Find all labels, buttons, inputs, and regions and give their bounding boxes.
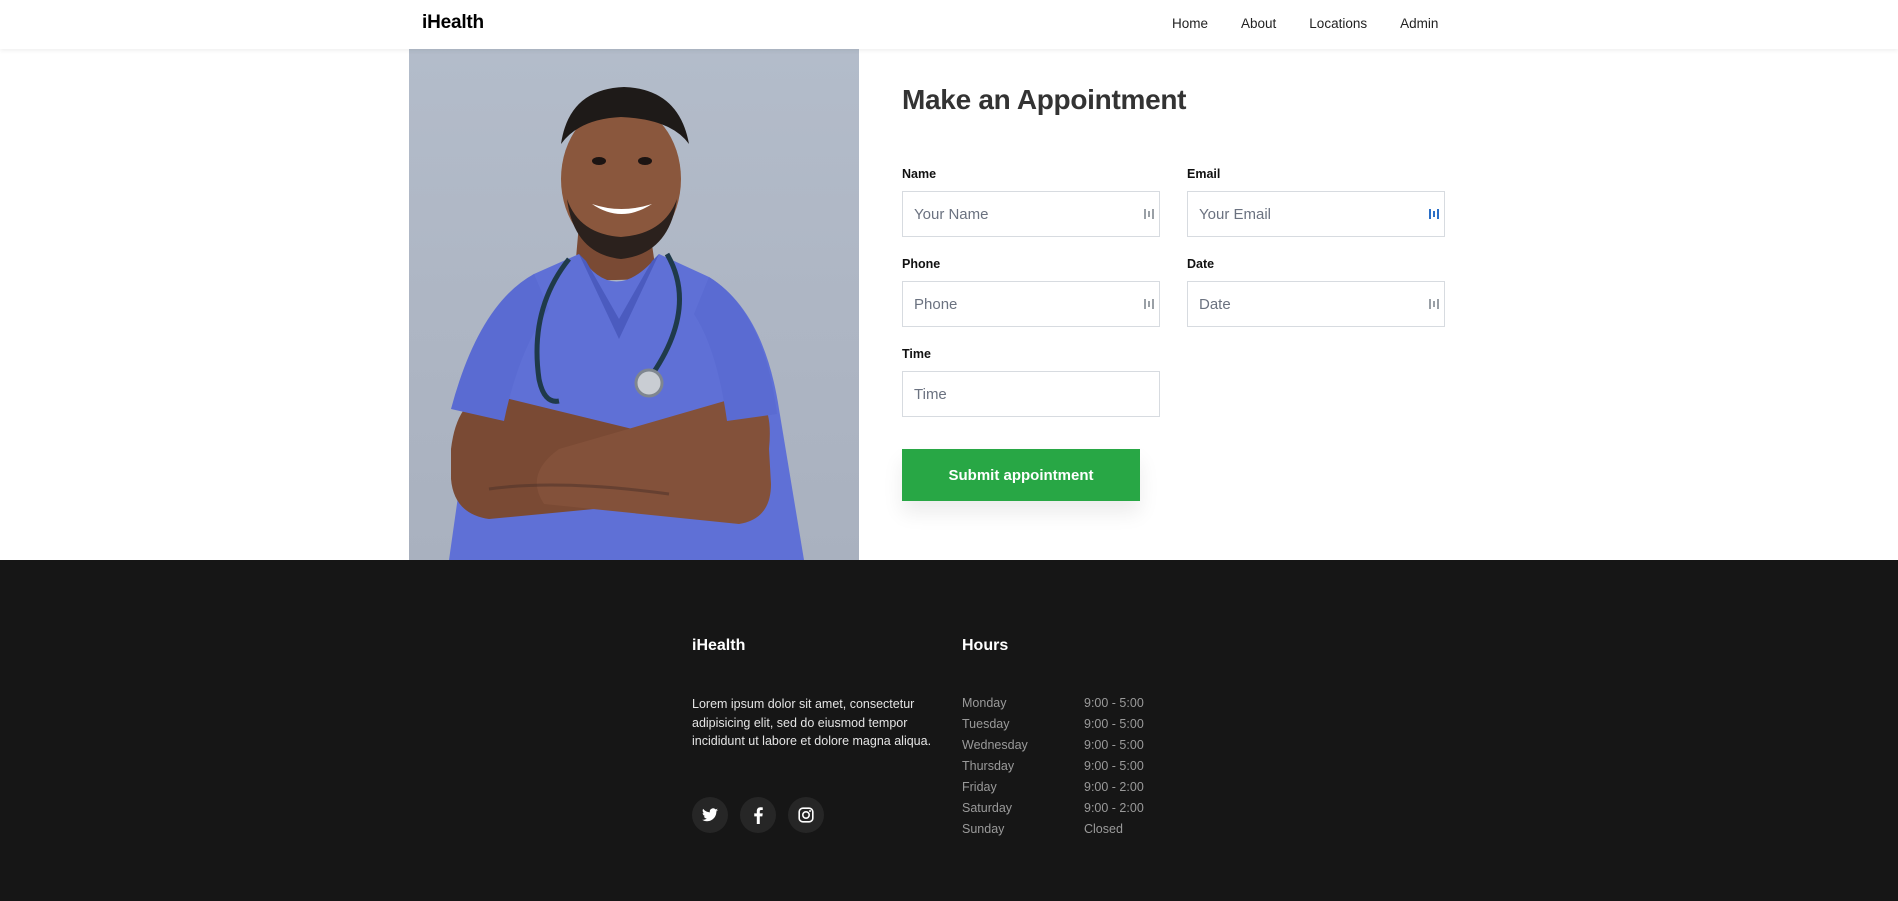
hours-day: Thursday (962, 759, 1015, 773)
hours-row: Friday 9:00 - 2:00 (962, 780, 1144, 801)
time-input[interactable] (903, 372, 1159, 416)
hours-time: 9:00 - 5:00 (1084, 696, 1144, 710)
appointment-form: Make an Appointment Name Email Phone Dat… (902, 49, 1462, 560)
email-input[interactable] (1188, 192, 1444, 236)
hours-row: Monday 9:00 - 5:00 (962, 696, 1144, 717)
doctor-photo (409, 49, 859, 560)
hours-row: Thursday 9:00 - 5:00 (962, 759, 1144, 780)
hours-day: Wednesday (962, 738, 1028, 752)
phone-field-group: Phone (902, 257, 1160, 327)
footer-brand: iHealth (692, 637, 746, 654)
twitter-icon (702, 808, 718, 822)
nav-link-admin[interactable]: Admin (1400, 16, 1438, 31)
nav-link-locations[interactable]: Locations (1309, 16, 1367, 31)
twitter-link[interactable] (692, 797, 728, 833)
hours-row: Tuesday 9:00 - 5:00 (962, 717, 1144, 738)
submit-appointment-button[interactable]: Submit appointment (902, 449, 1140, 501)
hours-time: 9:00 - 5:00 (1084, 717, 1144, 731)
autofill-icon[interactable] (1143, 207, 1155, 221)
hours-row: Wednesday 9:00 - 5:00 (962, 738, 1144, 759)
facebook-link[interactable] (740, 797, 776, 833)
hours-time: 9:00 - 2:00 (1084, 780, 1144, 794)
hours-day: Friday (962, 780, 997, 794)
hours-time: Closed (1084, 822, 1123, 836)
hours-day: Sunday (962, 822, 1005, 836)
autofill-icon[interactable] (1428, 297, 1440, 311)
hours-table: Monday 9:00 - 5:00 Tuesday 9:00 - 5:00 Wed… (962, 696, 1144, 843)
navbar: iHealth Home About Locations Admin (0, 0, 1898, 49)
time-field-group: Time (902, 347, 1160, 417)
date-input-wrapper (1187, 281, 1445, 327)
date-label: Date (1187, 257, 1215, 271)
name-field-group: Name (902, 167, 1160, 237)
hours-time: 9:00 - 5:00 (1084, 759, 1144, 773)
hours-title: Hours (962, 637, 1009, 654)
nav-link-about[interactable]: About (1241, 16, 1276, 31)
time-label: Time (902, 347, 931, 361)
nav-link-home[interactable]: Home (1172, 16, 1208, 31)
instagram-icon (798, 807, 814, 823)
form-title: Make an Appointment (902, 84, 1187, 115)
instagram-link[interactable] (788, 797, 824, 833)
hours-day: Tuesday (962, 717, 1010, 731)
hours-time: 9:00 - 5:00 (1084, 738, 1144, 752)
hours-row: Saturday 9:00 - 2:00 (962, 801, 1144, 822)
email-label: Email (1187, 167, 1221, 181)
hours-time: 9:00 - 2:00 (1084, 801, 1144, 815)
phone-input-wrapper (902, 281, 1160, 327)
name-input-wrapper (902, 191, 1160, 237)
brand-logo[interactable]: iHealth (422, 12, 484, 34)
name-label: Name (902, 167, 937, 181)
name-input[interactable] (903, 192, 1159, 236)
autofill-icon[interactable] (1428, 207, 1440, 221)
footer: iHealth Lorem ipsum dolor sit amet, cons… (0, 560, 1898, 901)
phone-input[interactable] (903, 282, 1159, 326)
autofill-icon[interactable] (1143, 297, 1155, 311)
email-input-wrapper (1187, 191, 1445, 237)
time-input-wrapper (902, 371, 1160, 417)
nav-links: Home About Locations Admin (1172, 16, 1471, 31)
email-field-group: Email (1187, 167, 1445, 237)
footer-description: Lorem ipsum dolor sit amet, consectetur … (692, 697, 932, 748)
date-field-group: Date (1187, 257, 1445, 327)
hours-day: Monday (962, 696, 1007, 710)
hours-row: Sunday Closed (962, 822, 1144, 843)
phone-label: Phone (902, 257, 941, 271)
doctor-illustration (449, 87, 804, 560)
facebook-icon (753, 806, 763, 824)
hours-day: Saturday (962, 801, 1013, 815)
date-input[interactable] (1188, 282, 1444, 326)
